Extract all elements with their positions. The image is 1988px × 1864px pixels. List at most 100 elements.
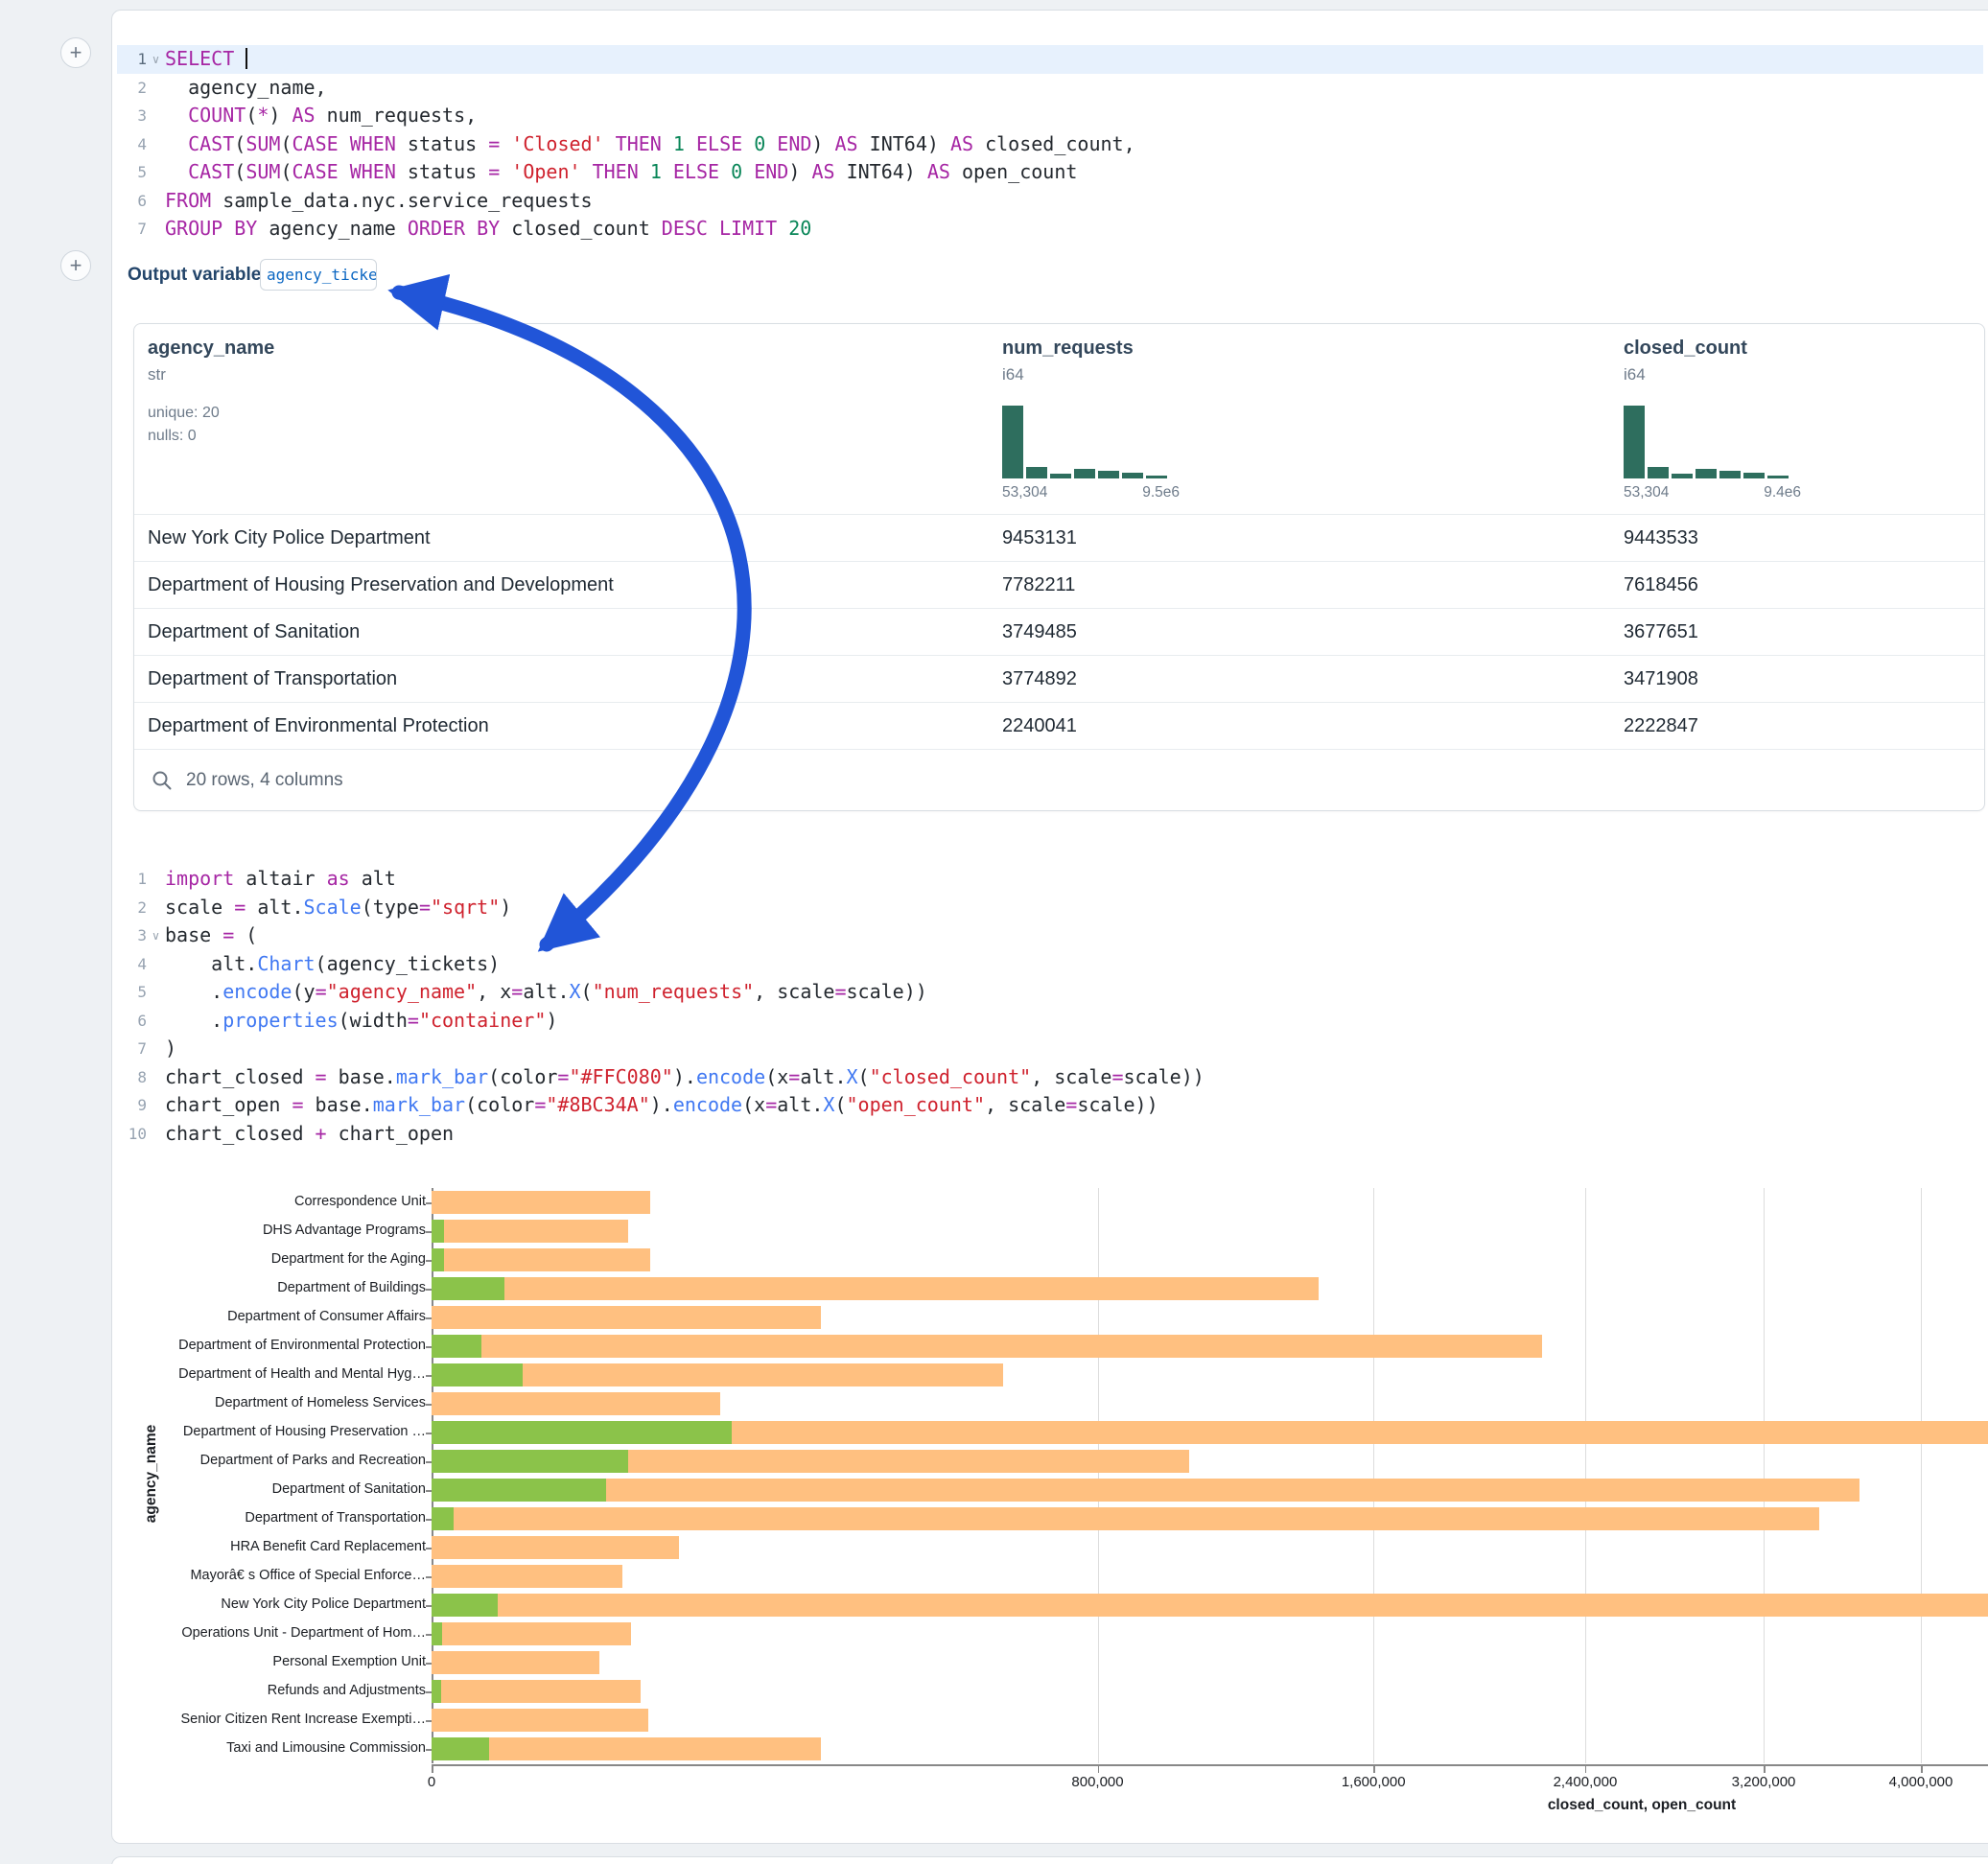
code-text[interactable]: scale = alt.Scale(type="sqrt"): [165, 894, 511, 922]
code-line[interactable]: 1∨SELECT: [117, 45, 1983, 74]
code-token: [662, 132, 673, 155]
code-line[interactable]: 4 CAST(SUM(CASE WHEN status = 'Closed' T…: [117, 130, 1983, 159]
code-token: [719, 160, 731, 183]
table-body: New York City Police Department945313194…: [134, 514, 1984, 749]
code-line[interactable]: 2 scale = alt.Scale(type="sqrt"): [117, 894, 1983, 922]
code-text[interactable]: alt.Chart(agency_tickets): [165, 950, 500, 979]
column-header-num-requests[interactable]: num_requests i64 53,304 9.5e6: [1002, 338, 1347, 501]
code-token: num_requests,: [316, 104, 478, 127]
code-line[interactable]: 4 alt.Chart(agency_tickets): [117, 950, 1983, 979]
fold-caret-icon[interactable]: ∨: [147, 929, 165, 943]
code-line[interactable]: 8chart_closed = base.mark_bar(color="#FF…: [117, 1063, 1983, 1092]
fold-caret-icon[interactable]: ∨: [147, 53, 165, 66]
histogram-bar: [1672, 474, 1693, 478]
code-token: X: [847, 1065, 858, 1088]
code-token: alt.: [246, 896, 303, 919]
line-number: 7: [117, 220, 147, 238]
code-token: 'Open': [511, 160, 580, 183]
code-line[interactable]: 2 agency_name,: [117, 74, 1983, 103]
code-token: =: [511, 980, 523, 1003]
code-text[interactable]: GROUP BY agency_name ORDER BY closed_cou…: [165, 215, 811, 244]
sql-code-editor[interactable]: 1∨SELECT 2 agency_name,3 COUNT(*) AS num…: [117, 45, 1983, 244]
code-line[interactable]: 6 .properties(width="container"): [117, 1007, 1983, 1036]
table-row[interactable]: Department of Sanitation37494853677651: [134, 608, 1984, 655]
code-token: ELSE: [696, 132, 742, 155]
code-token: (x: [742, 1093, 765, 1116]
line-number: 2: [117, 79, 147, 97]
histogram-range: 53,304 9.5e6: [1002, 484, 1180, 501]
code-line[interactable]: 7): [117, 1035, 1983, 1063]
code-token: =: [1111, 1065, 1123, 1088]
code-token: AS: [835, 132, 858, 155]
code-line[interactable]: 3 COUNT(*) AS num_requests,: [117, 102, 1983, 130]
table-cell: 3471908: [1624, 656, 1698, 702]
code-text[interactable]: agency_name,: [165, 74, 327, 103]
code-text[interactable]: chart_closed = base.mark_bar(color="#FFC…: [165, 1063, 1204, 1092]
code-token: sample_data.nyc.service_requests: [211, 189, 592, 212]
code-token: altair: [234, 867, 326, 890]
code-text[interactable]: import altair as alt: [165, 865, 396, 894]
code-token: ): [165, 1037, 176, 1060]
table-row[interactable]: Department of Transportation377489234719…: [134, 655, 1984, 702]
code-text[interactable]: chart_open = base.mark_bar(color="#8BC34…: [165, 1091, 1158, 1120]
histogram-bar: [1026, 467, 1047, 478]
table-row[interactable]: Department of Housing Preservation and D…: [134, 561, 1984, 608]
code-line[interactable]: 3∨base = (: [117, 921, 1983, 950]
code-token: mark_bar: [396, 1065, 488, 1088]
code-token: 0: [731, 160, 742, 183]
code-token: =: [419, 896, 431, 919]
histogram-bar: [1648, 467, 1669, 478]
code-token: LIMIT: [719, 217, 777, 240]
code-text[interactable]: base = (: [165, 921, 257, 950]
code-token: =: [292, 1093, 303, 1116]
code-text[interactable]: FROM sample_data.nyc.service_requests: [165, 187, 593, 216]
code-line[interactable]: 9chart_open = base.mark_bar(color="#8BC3…: [117, 1091, 1983, 1120]
code-token: THEN: [593, 160, 639, 183]
code-text[interactable]: CAST(SUM(CASE WHEN status = 'Open' THEN …: [165, 158, 1077, 187]
python-code-editor[interactable]: 1import altair as alt 2 scale = alt.Scale(…: [117, 865, 1983, 1148]
search-icon[interactable]: [152, 770, 173, 791]
code-text[interactable]: COUNT(*) AS num_requests,: [165, 102, 477, 130]
code-token: =: [765, 1093, 777, 1116]
histogram-bar: [1098, 471, 1119, 478]
code-token: =: [234, 896, 246, 919]
output-variable-input[interactable]: agency_tickets: [260, 259, 377, 291]
code-token: FROM: [165, 189, 211, 212]
code-text[interactable]: .properties(width="container"): [165, 1007, 557, 1036]
line-number: 1: [117, 50, 147, 68]
line-number: 2: [117, 898, 147, 917]
add-cell-button[interactable]: +: [60, 250, 91, 281]
code-token: ): [546, 1009, 557, 1032]
code-token: properties: [222, 1009, 338, 1032]
code-token: ELSE: [673, 160, 719, 183]
code-token: CASE: [292, 132, 338, 155]
code-token: .: [165, 1009, 222, 1032]
code-text[interactable]: CAST(SUM(CASE WHEN status = 'Closed' THE…: [165, 130, 1135, 159]
code-token: encode: [696, 1065, 765, 1088]
code-token: WHEN: [350, 160, 396, 183]
code-text[interactable]: SELECT: [165, 45, 247, 74]
code-token: "closed_count": [870, 1065, 1032, 1088]
code-token: (y: [292, 980, 315, 1003]
column-header-closed-count[interactable]: closed_count i64 53,304 9.4e6: [1624, 338, 1969, 501]
code-token: scale: [165, 896, 234, 919]
table-row[interactable]: Department of Environmental Protection22…: [134, 702, 1984, 749]
table-row[interactable]: New York City Police Department945313194…: [134, 514, 1984, 561]
table-cell: Department of Transportation: [148, 656, 982, 702]
table-cell: Department of Housing Preservation and D…: [148, 562, 982, 608]
code-token: CAST: [188, 132, 234, 155]
code-text[interactable]: chart_closed + chart_open: [165, 1120, 454, 1149]
code-line[interactable]: 1import altair as alt: [117, 865, 1983, 894]
code-line[interactable]: 5 .encode(y="agency_name", x=alt.X("num_…: [117, 978, 1983, 1007]
code-line[interactable]: 7 GROUP BY agency_name ORDER BY closed_co…: [117, 215, 1983, 244]
code-line[interactable]: 5 CAST(SUM(CASE WHEN status = 'Open' THE…: [117, 158, 1983, 187]
add-cell-button[interactable]: +: [60, 37, 91, 68]
code-token: chart_closed: [165, 1122, 316, 1145]
histogram-range: 53,304 9.4e6: [1624, 484, 1801, 501]
code-line[interactable]: 6FROM sample_data.nyc.service_requests: [117, 187, 1983, 216]
column-header-agency-name[interactable]: agency_name str unique: 20 nulls: 0: [148, 338, 493, 448]
code-token: [165, 132, 188, 155]
code-text[interactable]: .encode(y="agency_name", x=alt.X("num_re…: [165, 978, 927, 1007]
code-text[interactable]: ): [165, 1035, 176, 1063]
code-line[interactable]: 10chart_closed + chart_open: [117, 1120, 1983, 1149]
